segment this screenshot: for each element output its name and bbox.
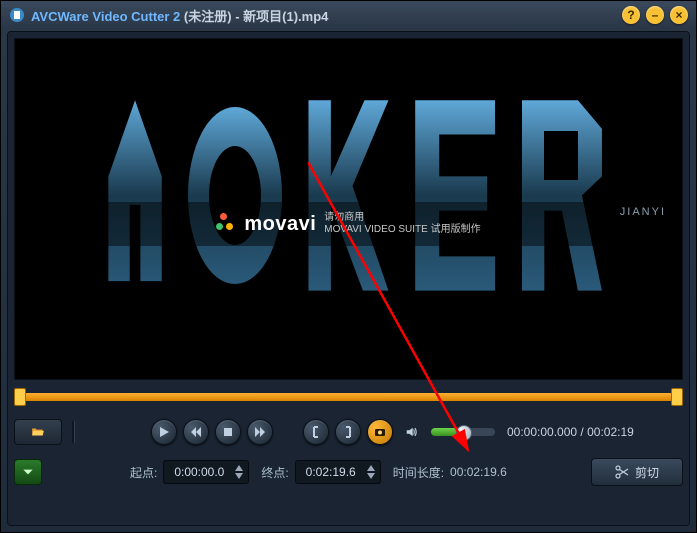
volume-slider[interactable] (431, 428, 495, 436)
video-preview[interactable]: movavi 请勿商用 MOVAVI VIDEO SUITE 试用版制作 JIA… (14, 38, 683, 380)
folder-open-icon (28, 425, 48, 439)
file-name: 新项目(1).mp4 (243, 9, 328, 24)
watermark-corner: JIANYI (620, 206, 666, 218)
time-total: 00:02:19 (587, 425, 634, 439)
open-file-button[interactable] (14, 419, 62, 445)
playback-controls: 00:00:00.000 / 00:02:19 (14, 416, 683, 448)
step-back-icon (190, 426, 202, 438)
title-sep: - (235, 9, 243, 24)
caret-down-icon (235, 473, 243, 479)
step-forward-icon (254, 426, 266, 438)
app-name: AVCWare Video Cutter 2 (31, 9, 180, 24)
poster-letter-r (522, 100, 602, 290)
set-end-button[interactable] (335, 419, 361, 445)
poster-letter-k (308, 100, 388, 290)
cut-parameters-row: 起点: 0:00:00.0 终点: 0:02:19.6 时间长度: 00:02:… (14, 456, 683, 488)
end-time-value: 0:02:19.6 (300, 465, 362, 479)
watermark-sub2: MOVAVI VIDEO SUITE 试用版制作 (324, 224, 480, 236)
timeline[interactable] (14, 384, 683, 410)
end-time-field[interactable]: 0:02:19.6 (295, 460, 381, 484)
start-time-value: 0:00:00.0 (168, 465, 230, 479)
next-frame-button[interactable] (247, 419, 273, 445)
expand-button[interactable] (14, 459, 42, 485)
movavi-dots-icon (216, 213, 238, 235)
play-icon (158, 426, 170, 438)
app-window: AVCWare Video Cutter 2 (未注册) - 新项目(1).mp… (0, 0, 697, 533)
cut-button[interactable]: 剪切 (591, 458, 683, 486)
watermark-sub1: 请勿商用 (324, 212, 480, 224)
bracket-start-icon (310, 426, 322, 438)
timeline-handle-start[interactable] (14, 388, 26, 406)
duration-label: 时间长度: (393, 464, 444, 481)
chevron-down-icon (21, 465, 35, 479)
volume-thumb[interactable] (456, 425, 472, 441)
watermark-band: movavi 请勿商用 MOVAVI VIDEO SUITE 试用版制作 (15, 202, 682, 246)
set-start-button[interactable] (303, 419, 329, 445)
duration-value: 00:02:19.6 (450, 465, 507, 479)
start-step-up[interactable] (234, 464, 244, 472)
window-title: AVCWare Video Cutter 2 (未注册) - 新项目(1).mp… (31, 6, 622, 25)
end-step-up[interactable] (366, 464, 376, 472)
caret-down-icon (367, 473, 375, 479)
reg-state: (未注册) (184, 9, 232, 24)
timeline-handle-end[interactable] (671, 388, 683, 406)
content-area: movavi 请勿商用 MOVAVI VIDEO SUITE 试用版制作 JIA… (7, 31, 690, 526)
stop-icon (222, 426, 234, 438)
snapshot-button[interactable] (367, 419, 393, 445)
end-label: 终点: (261, 464, 288, 481)
start-label: 起点: (130, 464, 157, 481)
time-display: 00:00:00.000 / 00:02:19 (507, 425, 634, 439)
poster-letter-j (108, 100, 161, 290)
caret-up-icon (367, 465, 375, 471)
camera-icon (374, 426, 386, 438)
watermark-brand: movavi (244, 213, 316, 236)
timeline-selection (18, 393, 679, 401)
end-step-down[interactable] (366, 472, 376, 480)
bracket-end-icon (342, 426, 354, 438)
separator (72, 421, 75, 443)
poster-letter-e (415, 100, 495, 290)
poster-letter-o (188, 107, 281, 284)
stop-button[interactable] (215, 419, 241, 445)
start-time-field[interactable]: 0:00:00.0 (163, 460, 249, 484)
scissors-icon (615, 465, 629, 479)
time-sep: / (577, 425, 587, 439)
time-current: 00:00:00.000 (507, 425, 577, 439)
caret-up-icon (235, 465, 243, 471)
prev-frame-button[interactable] (183, 419, 209, 445)
titlebar: AVCWare Video Cutter 2 (未注册) - 新项目(1).mp… (1, 1, 696, 29)
play-button[interactable] (151, 419, 177, 445)
cut-button-label: 剪切 (635, 464, 659, 481)
minimize-button[interactable]: – (646, 6, 664, 24)
start-step-down[interactable] (234, 472, 244, 480)
watermark-logo: movavi (216, 213, 316, 236)
close-button[interactable]: × (670, 6, 688, 24)
help-button[interactable]: ? (622, 6, 640, 24)
volume-icon (405, 426, 417, 438)
mute-button[interactable] (399, 420, 423, 444)
app-icon (9, 7, 25, 23)
